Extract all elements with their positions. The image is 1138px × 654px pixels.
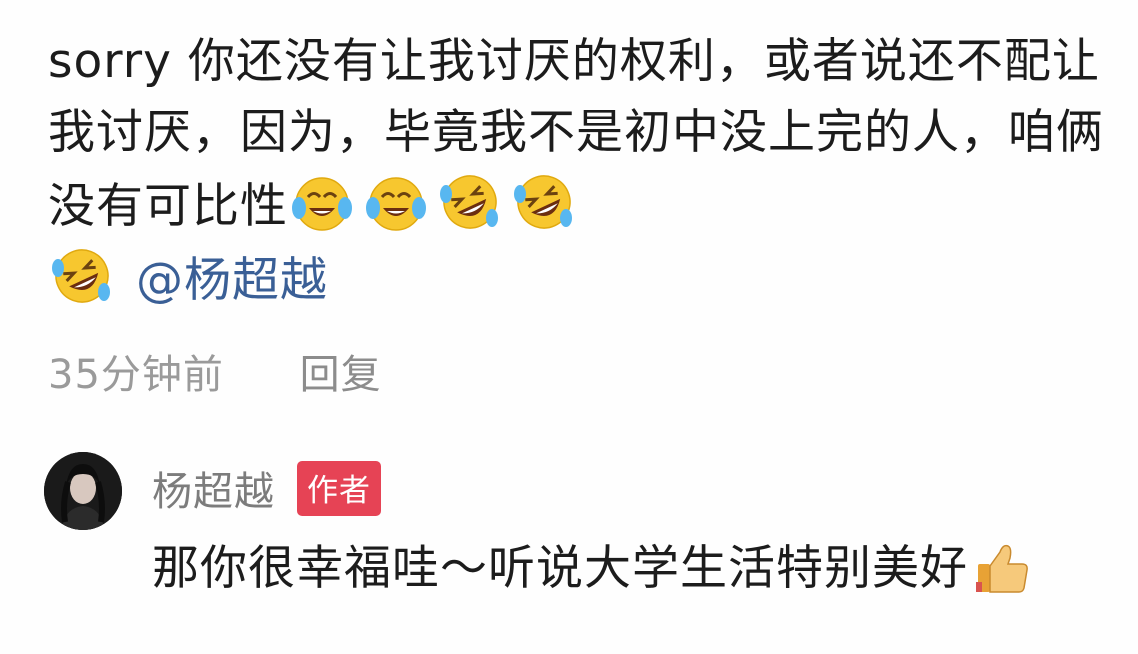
- author-badge: 作者: [297, 460, 381, 516]
- mention-link[interactable]: @杨超越: [136, 253, 328, 308]
- rolling-laughing-icon: [48, 242, 116, 310]
- reply-button[interactable]: 回复: [300, 352, 382, 398]
- comment-meta: 35分钟前 回复: [48, 342, 382, 400]
- comment-timestamp: 35分钟前: [48, 352, 224, 398]
- tears-of-joy-icon: [288, 168, 356, 236]
- tears-of-joy-icon: [362, 168, 430, 236]
- reply-body: 那你很幸福哇～听说大学生活特别美好: [152, 534, 1112, 604]
- author-row: 杨超越 作者: [152, 460, 381, 516]
- comment-thread: sorry 你还没有让我讨厌的权利，或者说还不配让我讨厌，因为，毕竟我不是初中没…: [0, 0, 1138, 654]
- reply-text: 那你很幸福哇～听说大学生活特别美好: [152, 541, 968, 596]
- avatar[interactable]: [44, 452, 122, 530]
- rolling-laughing-icon: [510, 168, 578, 236]
- comment-body: sorry 你还没有让我讨厌的权利，或者说还不配让我讨厌，因为，毕竟我不是初中没…: [48, 26, 1118, 316]
- thumbs-up-icon: [972, 536, 1032, 596]
- rolling-laughing-icon: [436, 168, 504, 236]
- author-name[interactable]: 杨超越: [152, 459, 275, 517]
